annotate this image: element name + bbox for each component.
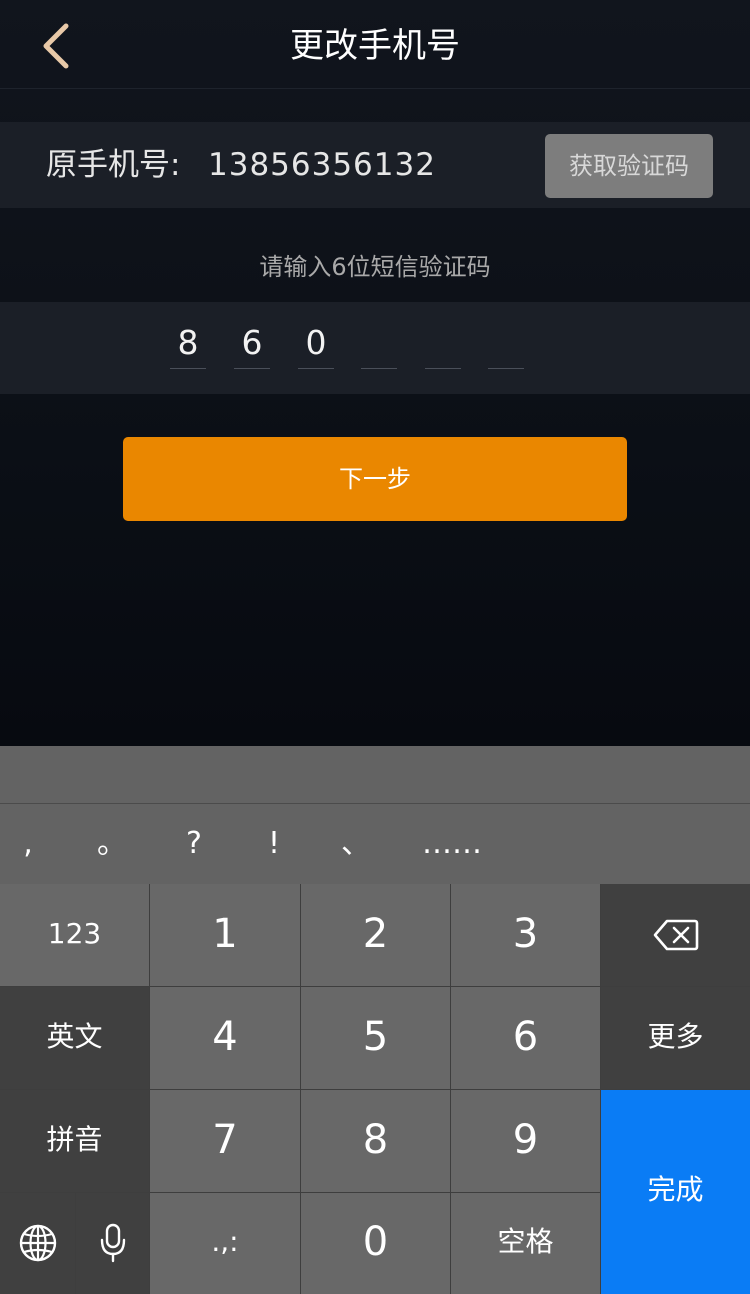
sms-code-hint: 请输入6位短信验证码 (259, 253, 491, 281)
digit-5-key[interactable]: 5 (301, 987, 451, 1090)
punct-question-key[interactable]: ? (176, 820, 212, 868)
delete-key[interactable] (601, 884, 750, 987)
punct-period-key[interactable]: 。 (94, 820, 130, 868)
original-phone-label: 原手机号: (46, 147, 181, 183)
code-digit-4 (361, 320, 397, 369)
digit-4-key[interactable]: 4 (150, 987, 301, 1090)
keyboard-candidate-bar (0, 746, 750, 804)
more-key[interactable]: 更多 (601, 987, 750, 1090)
digit-8-key[interactable]: 8 (301, 1090, 451, 1193)
digit-3-key[interactable]: 3 (451, 884, 601, 987)
punct-ellipsis-key[interactable]: …… (422, 820, 482, 868)
digit-2-key[interactable]: 2 (301, 884, 451, 987)
mode-123-key[interactable]: 123 (0, 884, 150, 987)
app-screen: 更改手机号 原手机号: 13856356132 获取验证码 请输入6位短信验证码… (0, 0, 750, 746)
digit-6-key[interactable]: 6 (451, 987, 601, 1090)
microphone-icon (100, 1223, 126, 1263)
digit-1-key[interactable]: 1 (150, 884, 301, 987)
nav-bar: 更改手机号 (0, 0, 750, 89)
english-key[interactable]: 英文 (0, 987, 150, 1090)
punct-comma-key[interactable]: , (10, 820, 46, 868)
code-digit-2: 6 (234, 320, 270, 369)
symbols-key[interactable]: .,: (150, 1193, 301, 1294)
digit-0-key[interactable]: 0 (301, 1193, 451, 1294)
space-key[interactable]: 空格 (451, 1193, 601, 1294)
punct-exclamation-key[interactable]: ! (256, 820, 292, 868)
original-phone-number: 13856356132 (208, 147, 436, 183)
code-digit-6 (488, 320, 524, 369)
get-verification-code-button[interactable]: 获取验证码 (545, 134, 713, 198)
done-key[interactable]: 完成 (601, 1090, 750, 1294)
page-title: 更改手机号 (290, 26, 460, 66)
language-switch-key[interactable] (0, 1193, 76, 1294)
punctuation-bar: , 。 ? ! 、 …… (0, 804, 750, 884)
pinyin-key[interactable]: 拼音 (0, 1090, 150, 1193)
next-step-button[interactable]: 下一步 (123, 437, 627, 521)
digit-9-key[interactable]: 9 (451, 1090, 601, 1193)
backspace-icon (653, 919, 699, 951)
globe-icon (19, 1224, 57, 1262)
verification-code-input[interactable]: 8 6 0 (0, 302, 750, 394)
keyboard: , 。 ? ! 、 …… 123 1 2 3 英文 4 5 6 更多 拼音 7 … (0, 746, 750, 1294)
digit-7-key[interactable]: 7 (150, 1090, 301, 1193)
punct-enumeration-comma-key[interactable]: 、 (338, 820, 374, 868)
microphone-key[interactable] (76, 1193, 150, 1294)
code-digit-1: 8 (170, 320, 206, 369)
code-digit-3: 0 (298, 320, 334, 369)
code-digit-5 (425, 320, 461, 369)
